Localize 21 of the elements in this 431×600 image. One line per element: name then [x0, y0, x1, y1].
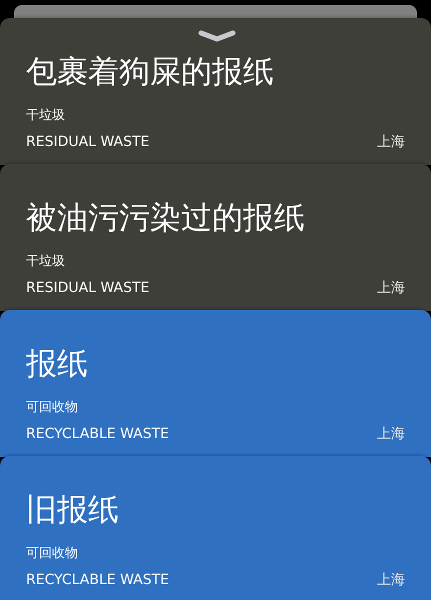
category-label: 干垃圾 — [26, 254, 66, 270]
category-english-label: RESIDUAL WASTE — [26, 280, 150, 297]
chevron-down-icon[interactable] — [198, 30, 236, 42]
waste-card[interactable]: 报纸 可回收物 RECYCLABLE WASTE 上海 — [0, 310, 431, 457]
waste-card[interactable]: 包裹着狗屎的报纸 干垃圾 RESIDUAL WASTE 上海 — [0, 18, 431, 165]
category-label: 可回收物 — [26, 546, 79, 562]
category-label: 干垃圾 — [26, 108, 66, 124]
city-label: 上海 — [377, 572, 405, 589]
category-english-label: RECYCLABLE WASTE — [26, 572, 170, 589]
city-label: 上海 — [377, 426, 405, 443]
item-title: 被油污污染过的报纸 — [26, 199, 306, 238]
waste-card[interactable]: 被油污污染过的报纸 干垃圾 RESIDUAL WASTE 上海 — [0, 164, 431, 311]
waste-card[interactable]: 旧报纸 可回收物 RECYCLABLE WASTE 上海 — [0, 456, 431, 600]
item-title: 包裹着狗屎的报纸 — [26, 53, 275, 92]
city-label: 上海 — [377, 280, 405, 297]
city-label: 上海 — [377, 134, 405, 151]
category-label: 可回收物 — [26, 400, 79, 416]
item-title: 旧报纸 — [26, 491, 120, 530]
item-title: 报纸 — [26, 345, 89, 384]
category-english-label: RESIDUAL WASTE — [26, 134, 150, 151]
category-english-label: RECYCLABLE WASTE — [26, 426, 170, 443]
